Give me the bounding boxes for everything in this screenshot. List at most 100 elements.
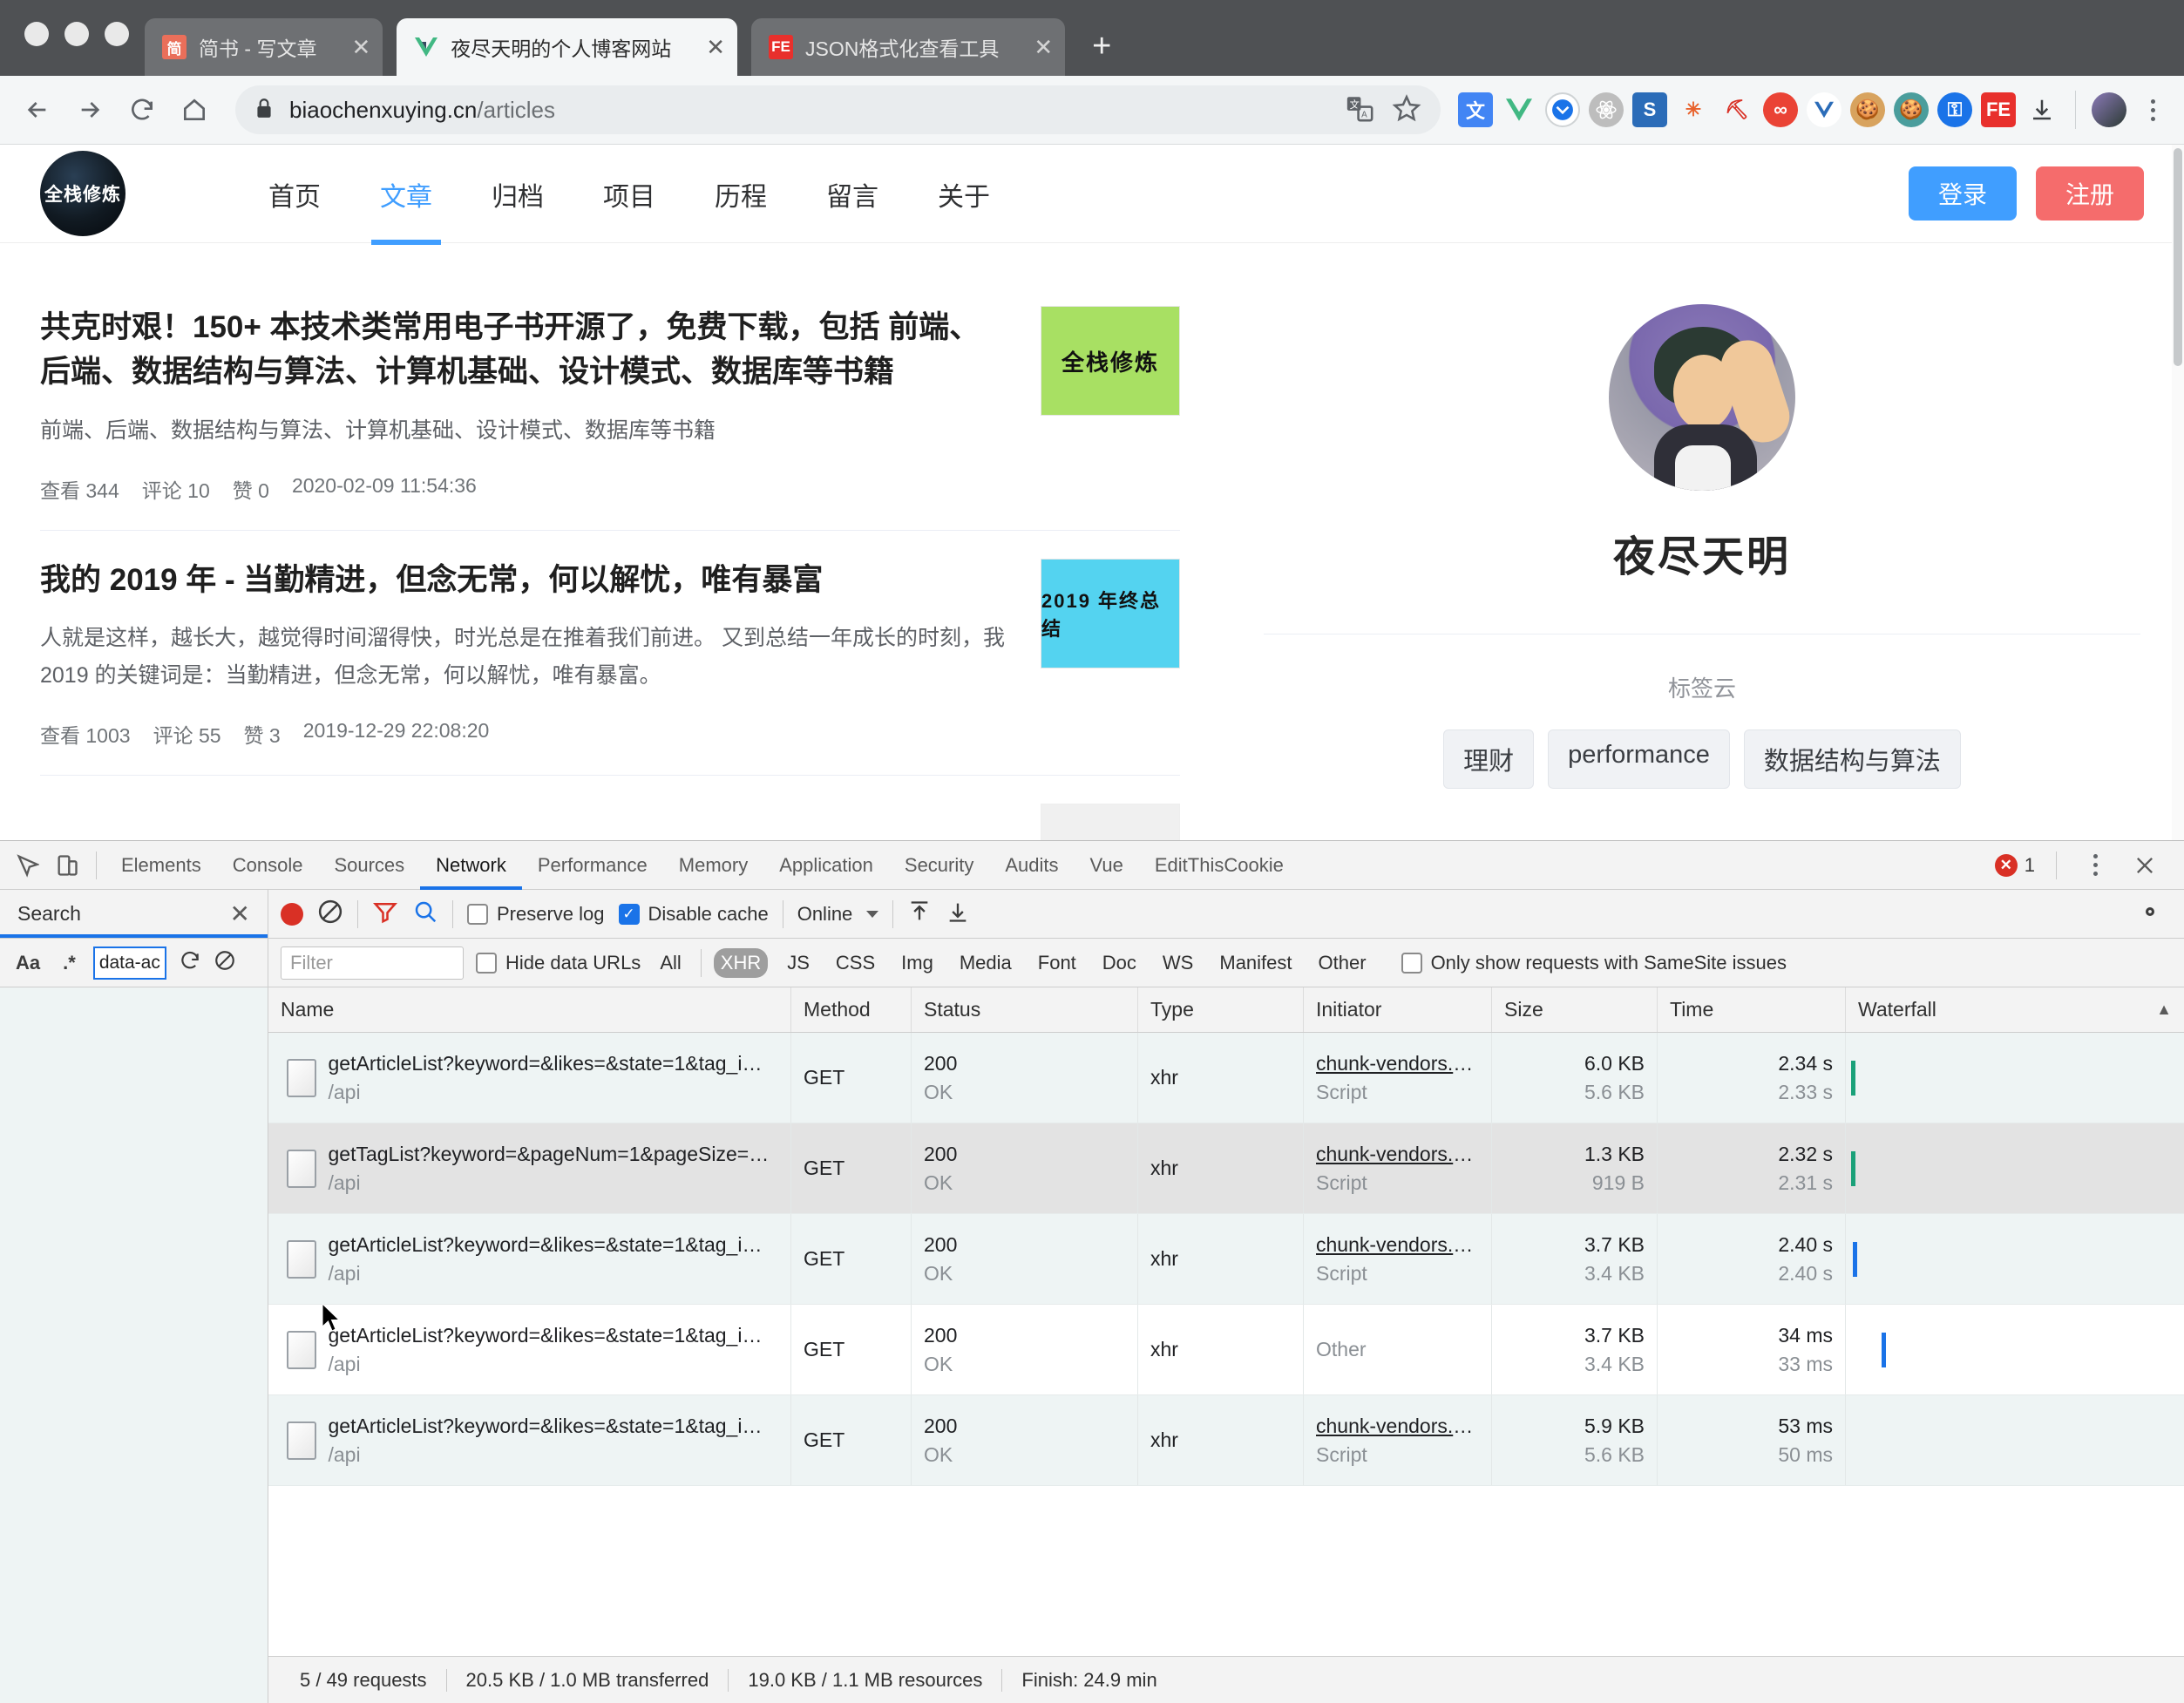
vue-ext-icon[interactable] xyxy=(1807,92,1841,127)
devtools-tab-performance[interactable]: Performance xyxy=(522,841,663,890)
filter-type-doc[interactable]: Doc xyxy=(1095,948,1143,978)
vue-devtools-icon[interactable] xyxy=(1502,92,1536,127)
devtools-tab-audits[interactable]: Audits xyxy=(989,841,1074,890)
record-stop-icon[interactable] xyxy=(281,903,303,926)
filter-type-all[interactable]: All xyxy=(653,948,688,978)
fe-helper-ext-icon[interactable]: FE xyxy=(1981,92,2016,127)
filter-type-font[interactable]: Font xyxy=(1031,948,1083,978)
devtools-close-icon[interactable] xyxy=(2125,845,2165,885)
nav-item-timeline[interactable]: 历程 xyxy=(685,145,797,245)
nav-item-projects[interactable]: 项目 xyxy=(573,145,685,245)
column-header-time[interactable]: Time xyxy=(1658,987,1846,1032)
close-tab-icon[interactable]: ✕ xyxy=(1011,36,1053,58)
disable-cache-checkbox[interactable]: ✓ Disable cache xyxy=(619,903,769,926)
clear-icon[interactable] xyxy=(214,949,236,977)
filter-icon[interactable] xyxy=(372,899,398,930)
hide-data-urls-checkbox[interactable]: Hide data URLs xyxy=(476,952,641,974)
maximize-window-button[interactable] xyxy=(105,22,129,46)
table-row[interactable]: getArticleList?keyword=&likes=&state=1&t… xyxy=(268,1395,2184,1486)
filter-type-xhr[interactable]: XHR xyxy=(714,948,768,978)
avatar[interactable] xyxy=(1609,304,1795,491)
nav-item-about[interactable]: 关于 xyxy=(908,145,1020,245)
article-item[interactable]: 共克时艰！150+ 本技术类常用电子书开源了，免费下载，包括 前端、后端、数据结… xyxy=(40,278,1180,531)
preserve-log-checkbox[interactable]: Preserve log xyxy=(467,903,605,926)
devtools-tab-security[interactable]: Security xyxy=(889,841,989,890)
import-har-icon[interactable] xyxy=(907,899,932,929)
login-button[interactable]: 登录 xyxy=(1909,166,2017,221)
nav-item-home[interactable]: 首页 xyxy=(239,145,350,245)
filter-type-other[interactable]: Other xyxy=(1312,948,1373,978)
clear-requests-icon[interactable] xyxy=(317,899,343,930)
react-devtools-icon[interactable] xyxy=(1589,92,1624,127)
kebab-menu-icon[interactable] xyxy=(2135,99,2170,121)
search-icon[interactable] xyxy=(412,899,438,930)
devtools-tab-elements[interactable]: Elements xyxy=(105,841,217,890)
devtools-tab-vue[interactable]: Vue xyxy=(1075,841,1139,890)
column-header-method[interactable]: Method xyxy=(791,987,912,1032)
request-initiator[interactable]: chunk-vendors.47… xyxy=(1316,1415,1482,1438)
close-tab-icon[interactable]: ✕ xyxy=(329,36,370,58)
table-row[interactable]: getArticleList?keyword=&likes=&state=1&t… xyxy=(268,1305,2184,1395)
regex-button[interactable]: .* xyxy=(58,948,81,978)
browser-tab-2[interactable]: FE JSON格式化查看工具 ✕ xyxy=(751,18,1065,76)
article-item[interactable]: 我的 2019 年 - 当勤精进，但念无常，何以解忧，唯有暴富 人就是这样，越长… xyxy=(40,531,1180,777)
request-initiator[interactable]: chunk-vendors.47… xyxy=(1316,1233,1482,1257)
tag-item[interactable]: 理财 xyxy=(1443,729,1534,789)
column-header-initiator[interactable]: Initiator xyxy=(1304,987,1492,1032)
refresh-icon[interactable] xyxy=(179,949,201,977)
article-title[interactable]: 我的 2019 年 - 当勤精进，但念无常，何以解忧，唯有暴富 xyxy=(40,559,1006,603)
table-row[interactable]: getArticleList?keyword=&likes=&state=1&t… xyxy=(268,1214,2184,1305)
export-har-icon[interactable] xyxy=(946,899,970,929)
match-case-button[interactable]: Aa xyxy=(10,948,45,978)
article-thumbnail[interactable]: 全栈修炼 xyxy=(1041,306,1180,416)
gear-icon[interactable] xyxy=(2137,899,2172,930)
google-translate-icon[interactable]: 文A xyxy=(1345,93,1374,127)
column-header-status[interactable]: Status xyxy=(912,987,1138,1032)
editthiscookie-icon[interactable]: 🍪 xyxy=(1894,92,1929,127)
table-row[interactable]: getTagList?keyword=&pageNum=1&pageSize=1… xyxy=(268,1123,2184,1214)
table-row[interactable]: getArticleList?keyword=&likes=&state=1&t… xyxy=(268,1033,2184,1123)
close-window-button[interactable] xyxy=(24,22,49,46)
profile-avatar[interactable] xyxy=(2092,92,2126,127)
article-title[interactable]: 共克时艰！150+ 本技术类常用电子书开源了，免费下载，包括 前端、后端、数据结… xyxy=(40,306,1006,395)
tag-item[interactable]: performance xyxy=(1548,729,1730,789)
filter-type-manifest[interactable]: Manifest xyxy=(1212,948,1299,978)
nav-item-articles[interactable]: 文章 xyxy=(350,145,462,245)
search-input[interactable]: data-ac xyxy=(93,946,166,980)
reload-button[interactable] xyxy=(119,86,166,133)
cookie-icon[interactable]: 🍪 xyxy=(1850,92,1885,127)
samesite-issues-checkbox[interactable]: Only show requests with SameSite issues xyxy=(1401,952,1787,974)
throttle-select[interactable]: Online xyxy=(797,903,879,926)
request-initiator[interactable]: chunk-vendors.47… xyxy=(1316,1143,1482,1166)
devtools-tab-application[interactable]: Application xyxy=(763,841,889,890)
request-initiator[interactable]: chunk-vendors.47… xyxy=(1316,1052,1482,1075)
site-logo[interactable]: 全栈修炼 xyxy=(40,151,125,236)
bookmark-star-icon[interactable] xyxy=(1392,93,1421,127)
asterisk-icon[interactable]: ✳ xyxy=(1676,92,1711,127)
column-header-size[interactable]: Size xyxy=(1492,987,1658,1032)
inspect-element-icon[interactable] xyxy=(7,845,47,885)
browser-tab-0[interactable]: 简 简书 - 写文章 ✕ xyxy=(145,18,383,76)
minimize-window-button[interactable] xyxy=(64,22,89,46)
search-panel-close-icon[interactable]: ✕ xyxy=(230,902,250,926)
proxy-icon[interactable]: ⚿ xyxy=(1937,92,1972,127)
address-bar[interactable]: biaochenxuying.cn/articles 文A xyxy=(235,85,1441,134)
sitemap-icon[interactable]: ⛏ xyxy=(1719,92,1754,127)
filter-type-ws[interactable]: WS xyxy=(1156,948,1200,978)
tag-item[interactable]: 数据结构与算法 xyxy=(1744,729,1961,789)
browser-tab-1[interactable]: 夜尽天明的个人博客网站 ✕ xyxy=(397,18,737,76)
article-thumbnail[interactable]: 2019 年终总结 xyxy=(1041,559,1180,668)
device-toolbar-icon[interactable] xyxy=(47,845,87,885)
download-icon[interactable] xyxy=(2025,92,2059,127)
filter-type-css[interactable]: CSS xyxy=(829,948,882,978)
devtools-tab-editthiscookie[interactable]: EditThisCookie xyxy=(1139,841,1299,890)
infinity-icon[interactable]: ∞ xyxy=(1763,92,1798,127)
register-button[interactable]: 注册 xyxy=(2036,166,2144,221)
filter-type-media[interactable]: Media xyxy=(953,948,1019,978)
column-header-type[interactable]: Type xyxy=(1138,987,1304,1032)
devtools-more-icon[interactable] xyxy=(2078,854,2113,876)
column-header-waterfall[interactable]: Waterfall ▲ xyxy=(1846,987,2184,1032)
filter-type-js[interactable]: JS xyxy=(780,948,817,978)
pocket-icon[interactable] xyxy=(1545,92,1580,127)
filter-input[interactable]: Filter xyxy=(281,946,464,980)
